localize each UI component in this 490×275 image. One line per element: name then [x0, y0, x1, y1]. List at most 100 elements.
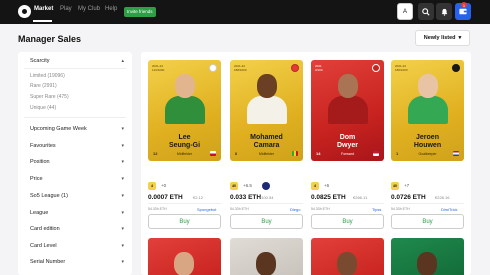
score-badge: 40 — [230, 182, 238, 190]
seller-link[interactable]: Tipss — [372, 207, 381, 212]
player-card[interactable] — [230, 238, 303, 275]
price: 0.0825 ETH — [311, 194, 346, 201]
search-icon[interactable] — [418, 3, 434, 20]
filter-sidebar: Scarcity ▴ Limited (19096) Rare (2991) S… — [18, 52, 132, 275]
player-card[interactable] — [391, 238, 464, 275]
divider — [24, 68, 126, 69]
filter-league[interactable]: League — [30, 210, 48, 216]
filter-card-level[interactable]: Card Level — [30, 243, 57, 249]
card-season: 2021-22 188/1000 — [234, 64, 247, 72]
score-badge: 4 — [148, 182, 156, 190]
seller-label: 54.33h ETH — [391, 207, 410, 211]
nav-play[interactable]: Play — [60, 6, 72, 12]
chevron-down-icon[interactable]: ▾ — [121, 226, 124, 232]
chevron-down-icon[interactable]: ▾ — [121, 193, 124, 199]
player-card[interactable]: 2021-22 186/1000 Jeroen Houwen 1 Goalkeepe… — [391, 60, 464, 161]
account-icon[interactable]: A — [397, 3, 413, 20]
player-portrait — [246, 72, 288, 124]
card-player-name: Jeroen Houwen — [413, 134, 442, 149]
card-player-name: Dom Dwyer — [336, 134, 358, 149]
player-portrait — [174, 252, 194, 275]
sort-dropdown[interactable]: Newly listed ▾ — [415, 30, 470, 46]
filter-card-edition[interactable]: Card edition — [30, 226, 60, 232]
chevron-down-icon[interactable]: ▾ — [121, 210, 124, 216]
chevron-down-icon[interactable]: ▾ — [121, 176, 124, 182]
player-card[interactable]: 2021-22 188/1000 Mohamed Camara 6 Midfield… — [230, 60, 303, 161]
filter-so5-league[interactable]: So5 League (1) — [30, 193, 68, 199]
divider — [24, 117, 126, 118]
player-portrait — [407, 72, 449, 124]
card-season: 2021 3/100 — [315, 64, 323, 72]
top-navigation-bar: Market Play My Club Help Invite friends … — [0, 0, 490, 24]
avatar — [262, 182, 270, 190]
filter-serial-number[interactable]: Serial Number — [30, 259, 65, 265]
price-eur: €2.12 — [193, 195, 204, 200]
price-eur: €100.54 — [259, 195, 274, 200]
seller-label: 54.33h ETH — [311, 207, 330, 211]
price: 0.033 ETH — [230, 194, 262, 201]
flag-icon — [210, 151, 216, 156]
filter-favourites[interactable]: Favourites — [30, 143, 56, 149]
sorare-logo-icon[interactable] — [18, 5, 31, 18]
score-badge: 40 — [391, 182, 399, 190]
bonus-label: +6 — [324, 183, 330, 188]
bonus-label: +0 — [161, 183, 167, 188]
card-player-name: Mohamed Camara — [250, 134, 283, 149]
club-crest-icon — [372, 64, 380, 72]
scarcity-option-rare[interactable]: Rare (2991) — [30, 83, 57, 89]
flag-icon — [373, 151, 379, 156]
divider — [230, 203, 303, 204]
player-card[interactable] — [311, 238, 384, 275]
seller-link[interactable]: Spongebot — [197, 207, 216, 212]
seller-link[interactable]: DimiTrick — [441, 207, 458, 212]
player-portrait — [164, 72, 206, 124]
buy-button[interactable]: Buy — [391, 214, 464, 229]
seller-label: 54.33h ETH — [230, 207, 249, 211]
buy-button[interactable]: Buy — [148, 214, 221, 229]
card-season: 2021-22 113/1000 — [152, 64, 165, 72]
price-eur: €228.16 — [435, 195, 450, 200]
buy-button[interactable]: Buy — [230, 214, 303, 229]
notification-badge: 1 — [461, 2, 467, 8]
divider — [148, 203, 221, 204]
chevron-up-icon[interactable]: ▴ — [121, 58, 124, 64]
filter-price[interactable]: Price — [30, 176, 43, 182]
chevron-down-icon[interactable]: ▾ — [121, 126, 124, 132]
player-card[interactable]: 2021-22 113/1000 Lee Seung-Gi 12 Midfielde… — [148, 60, 221, 161]
flag-icon — [292, 151, 298, 156]
club-crest-icon — [209, 64, 217, 72]
club-crest-icon — [291, 64, 299, 72]
card-player-name: Lee Seung-Gi — [168, 134, 201, 149]
price: 0.0007 ETH — [148, 194, 183, 201]
sort-dropdown-label: Newly listed — [423, 35, 456, 41]
divider — [391, 203, 464, 204]
nav-help[interactable]: Help — [105, 6, 117, 12]
seller-label: 54.33h ETH — [148, 207, 167, 211]
seller-link[interactable]: Diego — [290, 207, 300, 212]
scarcity-option-limited[interactable]: Limited (19096) — [30, 73, 65, 79]
notification-icon[interactable] — [436, 3, 452, 20]
chevron-down-icon[interactable]: ▾ — [121, 243, 124, 249]
nav-active-underline — [33, 20, 52, 22]
chevron-down-icon[interactable]: ▾ — [121, 259, 124, 265]
scarcity-option-super-rare[interactable]: Super Rare (475) — [30, 94, 69, 100]
filter-position[interactable]: Position — [30, 159, 50, 165]
scarcity-option-unique[interactable]: Unique (44) — [30, 105, 56, 111]
player-portrait — [337, 252, 357, 275]
club-crest-icon — [452, 64, 460, 72]
player-card[interactable] — [148, 238, 221, 275]
chevron-down-icon: ▾ — [458, 35, 462, 41]
filter-scarcity[interactable]: Scarcity — [30, 58, 50, 64]
price: 0.0726 ETH — [391, 194, 426, 201]
player-portrait — [327, 72, 369, 124]
chevron-down-icon[interactable]: ▾ — [121, 159, 124, 165]
nav-my-club[interactable]: My Club — [78, 6, 100, 12]
buy-button[interactable]: Buy — [311, 214, 384, 229]
player-portrait — [417, 252, 437, 275]
nav-market[interactable]: Market — [34, 6, 53, 12]
bonus-label: +7 — [404, 183, 410, 188]
player-card[interactable]: 2021 3/100 Dom Dwyer 14 Forward — [311, 60, 384, 161]
invite-friends-button[interactable]: Invite friends — [124, 7, 156, 17]
filter-upcoming-game-week[interactable]: Upcoming Game Week — [30, 126, 87, 132]
chevron-down-icon[interactable]: ▾ — [121, 143, 124, 149]
